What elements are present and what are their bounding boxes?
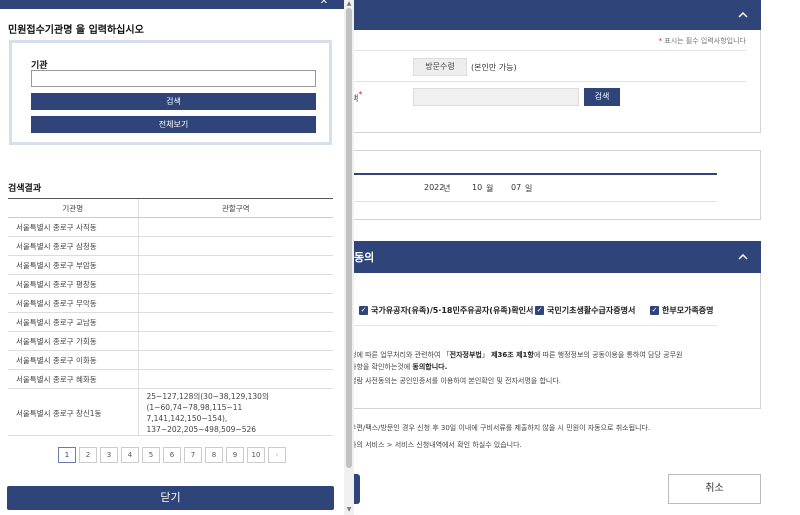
consent-header-bar: 동의 bbox=[350, 241, 761, 273]
next-page-icon[interactable]: › bbox=[268, 447, 286, 463]
agency-input[interactable] bbox=[413, 88, 579, 106]
jurisdiction bbox=[137, 274, 333, 294]
date-month: 10 bbox=[472, 183, 483, 192]
jurisdiction bbox=[137, 331, 333, 351]
table-row[interactable]: 서울특별시 종로구 사직동 bbox=[8, 217, 333, 237]
jurisdiction bbox=[137, 217, 333, 237]
agency-name[interactable]: 서울특별시 종로구 평창동 bbox=[8, 274, 138, 294]
popup-scrollbar[interactable]: ▲ ▼ bbox=[344, 0, 354, 515]
table-row[interactable]: 서울특별시 종로구 혜화동 bbox=[8, 369, 333, 389]
jurisdiction: 25~127,128의(30~38,129,130의 (1~60,74~78,9… bbox=[137, 388, 333, 436]
visit-type-note: (본인만 가능) bbox=[471, 63, 517, 72]
agency-name[interactable]: 서울특별시 종로구 이화동 bbox=[8, 350, 138, 370]
close-button[interactable]: 닫기 bbox=[7, 486, 334, 510]
agency-name[interactable]: 서울특별시 종로구 교남동 bbox=[8, 312, 138, 332]
scroll-thumb[interactable] bbox=[346, 8, 352, 468]
agency-search-popup: ✕ 민원접수기관명 을 입력하십시오 기관 검색 전체보기 검색결과 기관명 관… bbox=[0, 0, 346, 515]
page-8[interactable]: 8 bbox=[205, 447, 223, 463]
search-button[interactable]: 검색 bbox=[31, 93, 316, 110]
agency-search-button[interactable]: 검색 bbox=[584, 88, 620, 106]
scroll-up-icon[interactable]: ▲ bbox=[346, 1, 352, 7]
agency-name[interactable]: 서울특별시 종로구 사직동 bbox=[8, 217, 138, 237]
table-row[interactable]: 서울특별시 종로구 이화동 bbox=[8, 350, 333, 370]
agency-search-input[interactable] bbox=[31, 70, 316, 87]
checkbox-checked-icon[interactable]: ✓ bbox=[535, 306, 544, 315]
consent-panel bbox=[350, 273, 761, 409]
page-1[interactable]: 1 bbox=[58, 447, 76, 463]
table-row[interactable]: 서울특별시 종로구 가회동 bbox=[8, 331, 333, 351]
close-icon[interactable]: ✕ bbox=[316, 0, 332, 9]
application-form-panel: * 표시는 필수 입력사항입니다 방문수령 (본인만 가능) 택* 검색 bbox=[350, 30, 761, 133]
consent-text-line2: 사항을 확인하는것에 동의합니다. bbox=[350, 363, 448, 371]
agency-name[interactable]: 서울특별시 종로구 삼청동 bbox=[8, 236, 138, 256]
jurisdiction bbox=[137, 312, 333, 332]
section-header-bar bbox=[350, 0, 761, 30]
table-row[interactable]: 서울특별시 종로구 무악동 bbox=[8, 293, 333, 313]
agency-name[interactable]: 서울특별시 종로구 가회동 bbox=[8, 331, 138, 351]
page-5[interactable]: 5 bbox=[142, 447, 160, 463]
jurisdiction bbox=[137, 293, 333, 313]
notice-line1: 우편/팩스/방문인 경우 신청 후 30일 이내에 구비서류를 제출하지 않을 … bbox=[350, 424, 651, 432]
notice-line2: 나의 서비스 > 서비스 신청내역에서 확인 하실수 있습니다. bbox=[350, 441, 522, 449]
jurisdiction bbox=[137, 350, 333, 370]
table-row[interactable]: 서울특별시 종로구 교남동 bbox=[8, 312, 333, 332]
page-6[interactable]: 6 bbox=[163, 447, 181, 463]
results-title: 검색결과 bbox=[8, 184, 42, 194]
agency-name[interactable]: 서울특별시 종로구 혜화동 bbox=[8, 369, 138, 389]
page-3[interactable]: 3 bbox=[100, 447, 118, 463]
scroll-down-icon[interactable]: ▼ bbox=[346, 507, 352, 513]
agency-name[interactable]: 서울특별시 종로구 무악동 bbox=[8, 293, 138, 313]
date-panel: 2022 년 10 월 07 일 bbox=[350, 150, 761, 220]
pagination: 1 2 3 4 5 6 7 8 9 10 › bbox=[58, 447, 286, 463]
agency-name[interactable]: 서울특별시 종로구 창신1동 bbox=[8, 388, 138, 436]
consent-text-line1: 청에 따른 업무처리와 관련하여 「전자정부법」 제36조 제1항에 따른 행정… bbox=[350, 351, 683, 359]
search-frame: 기관 검색 전체보기 bbox=[9, 40, 332, 145]
jurisdiction bbox=[137, 369, 333, 389]
visit-type-field[interactable]: 방문수령 bbox=[413, 58, 467, 76]
consent-check-single-parent[interactable]: ✓ 한부모가족증명 bbox=[650, 305, 714, 316]
jurisdiction bbox=[137, 236, 333, 256]
chevron-up-icon[interactable] bbox=[737, 9, 749, 21]
required-note: * 표시는 필수 입력사항입니다 bbox=[658, 37, 746, 45]
agency-name[interactable]: 서울특별시 종로구 부암동 bbox=[8, 255, 138, 275]
cancel-button[interactable]: 취소 bbox=[668, 474, 761, 504]
popup-title: 민원접수기관명 을 입력하십시오 bbox=[8, 25, 144, 36]
table-row[interactable]: 서울특별시 종로구 삼청동 bbox=[8, 236, 333, 256]
table-row[interactable]: 서울특별시 종로구 창신1동 25~127,128의(30~38,129,130… bbox=[8, 388, 333, 436]
page-9[interactable]: 9 bbox=[226, 447, 244, 463]
column-header-area: 관할구역 bbox=[137, 198, 333, 218]
jurisdiction bbox=[137, 255, 333, 275]
checkbox-checked-icon[interactable]: ✓ bbox=[650, 306, 659, 315]
table-row[interactable]: 서울특별시 종로구 평창동 bbox=[8, 274, 333, 294]
consent-text-line3: 열람 사전동의는 공인인증서를 이용하여 본인확인 및 전자서명을 합니다. bbox=[350, 377, 561, 385]
table-row[interactable]: 서울특별시 종로구 부암동 bbox=[8, 255, 333, 275]
consent-check-veteran[interactable]: ✓ 국가유공자(유족)/5·18민주유공자(유족)확인서 bbox=[359, 305, 533, 316]
consent-check-basic-living[interactable]: ✓ 국민기초생활수급자증명서 bbox=[535, 305, 635, 316]
chevron-up-icon[interactable] bbox=[737, 251, 749, 263]
date-day: 07 bbox=[511, 183, 522, 192]
results-table: 기관명 관할구역 서울특별시 종로구 사직동 서울특별시 종로구 삼청동 서울특… bbox=[8, 198, 333, 436]
page-10[interactable]: 10 bbox=[247, 447, 265, 463]
page-2[interactable]: 2 bbox=[79, 447, 97, 463]
view-all-button[interactable]: 전체보기 bbox=[31, 116, 316, 133]
popup-top-bar bbox=[0, 0, 346, 9]
date-year: 2022 bbox=[424, 183, 445, 192]
checkbox-checked-icon[interactable]: ✓ bbox=[359, 306, 368, 315]
page-7[interactable]: 7 bbox=[184, 447, 202, 463]
consent-title: 동의 bbox=[354, 251, 375, 264]
page-4[interactable]: 4 bbox=[121, 447, 139, 463]
column-header-name: 기관명 bbox=[8, 198, 138, 218]
